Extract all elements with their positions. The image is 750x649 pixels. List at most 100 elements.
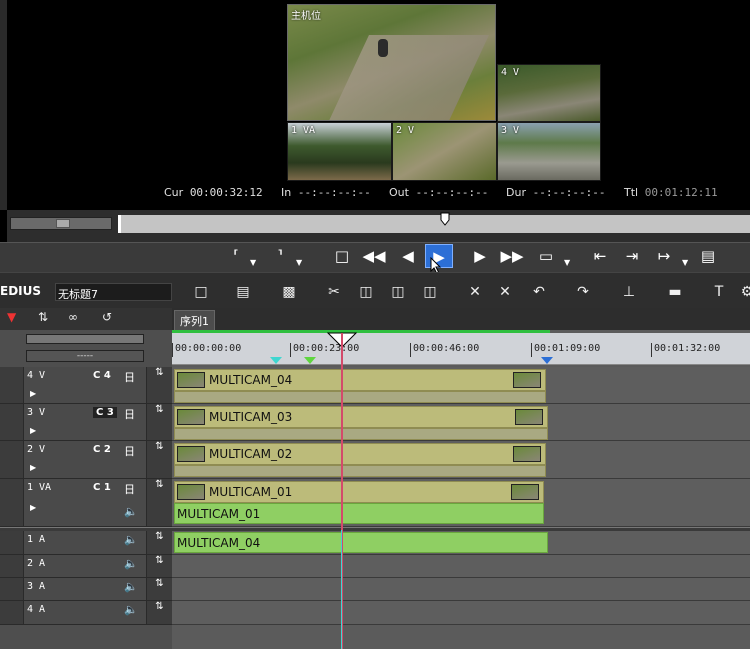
camera-3-view[interactable]: 3 V	[497, 122, 601, 181]
sync-lock-icon[interactable]: ⇅	[38, 310, 48, 324]
sync-toggle-icon[interactable]: ⇅	[146, 479, 172, 526]
camera-2-view[interactable]: 2 V	[392, 122, 497, 181]
insert-mode-dropdown-icon[interactable]: ▼	[682, 258, 688, 267]
audio-clip-multicam-01[interactable]: MULTICAM_01	[174, 503, 544, 524]
camera-1-view[interactable]: 1 VA	[287, 122, 392, 181]
track-view-select[interactable]: -----	[26, 350, 144, 362]
sync-toggle-icon[interactable]: ⇅	[146, 404, 172, 440]
marker-icon[interactable]: ▬	[666, 284, 684, 300]
new-project-icon[interactable]: □	[192, 284, 210, 300]
record-track-icon[interactable]: ▼	[7, 310, 16, 324]
marker-green-icon[interactable]	[304, 357, 316, 365]
track-select[interactable]	[0, 601, 24, 624]
track-channel[interactable]: C 2	[93, 444, 111, 455]
clip-multicam-03[interactable]: MULTICAM_03	[174, 406, 548, 428]
redo-icon[interactable]: ↷	[574, 284, 592, 300]
snap-icon[interactable]: ⊥	[620, 284, 638, 300]
set-in-dropdown-icon[interactable]: ▼	[250, 258, 256, 267]
settings-icon[interactable]: ⚙	[738, 284, 750, 300]
paste-icon[interactable]: ◫	[389, 284, 407, 300]
track-header-3a[interactable]: 3 A 🔈 ⇅	[0, 578, 172, 601]
replace-icon[interactable]: ◫	[421, 284, 439, 300]
step-back-button[interactable]: ◀	[394, 244, 422, 268]
track-select[interactable]	[0, 578, 24, 600]
sync-toggle-icon[interactable]: ⇅	[146, 601, 172, 624]
speaker-icon[interactable]: 🔈	[124, 533, 138, 546]
track-header-2a[interactable]: 2 A 🔈 ⇅	[0, 555, 172, 578]
set-in-button[interactable]: ⸢	[222, 244, 250, 268]
copy-icon[interactable]: ◫	[357, 284, 375, 300]
track-channel[interactable]: C 1	[93, 482, 111, 493]
next-edit-button[interactable]: ⇥	[618, 244, 646, 268]
sync-toggle-icon[interactable]: ⇅	[146, 578, 172, 600]
track-select[interactable]	[0, 555, 24, 577]
track-channel[interactable]: C 3	[93, 407, 117, 418]
monitor-toggle-icon[interactable]: 日	[124, 406, 135, 422]
ripple-icon[interactable]: ↺	[102, 310, 112, 324]
clip-multicam-02[interactable]: MULTICAM_02	[174, 443, 546, 465]
set-out-dropdown-icon[interactable]: ▼	[296, 258, 302, 267]
sync-toggle-icon[interactable]: ⇅	[146, 441, 172, 478]
insert-mode-button[interactable]: ↦	[650, 244, 678, 268]
track-header-2v[interactable]: 2 V C 2 日 ▶ ⇅	[0, 441, 172, 479]
link-icon[interactable]: ∞	[68, 310, 78, 324]
set-out-button[interactable]: ⸣	[266, 244, 294, 268]
cut-icon[interactable]: ✂	[325, 284, 343, 300]
overwrite-mode-button[interactable]: ▤	[694, 244, 722, 268]
save-icon[interactable]: ▩	[280, 284, 298, 300]
track-header-1a[interactable]: 1 A 🔈 ⇅	[0, 531, 172, 555]
position-bar[interactable]	[118, 215, 750, 233]
track-select[interactable]	[0, 479, 24, 526]
expand-arrow-icon[interactable]: ▶	[30, 389, 36, 398]
track-channel[interactable]: C 4	[93, 370, 111, 381]
track-header-1va[interactable]: 1 VA C 1 日 ▶ 🔈 ⇅	[0, 479, 172, 527]
monitor-toggle-icon[interactable]: 日	[124, 481, 135, 497]
project-name-field[interactable]: 无标题7	[55, 283, 172, 301]
marker-out-icon[interactable]	[541, 357, 553, 365]
sync-toggle-icon[interactable]: ⇅	[146, 367, 172, 403]
track-select[interactable]	[0, 531, 24, 554]
track-select[interactable]	[0, 367, 24, 403]
expand-arrow-icon[interactable]: ▶	[30, 426, 36, 435]
position-marker[interactable]	[440, 212, 450, 226]
tab-sequence-1[interactable]: 序列1	[174, 310, 215, 330]
track-lane-4a[interactable]	[172, 601, 750, 625]
speaker-icon[interactable]: 🔈	[124, 557, 138, 570]
marker-cyan-icon[interactable]	[270, 357, 282, 365]
loop-dropdown-icon[interactable]: ▼	[564, 258, 570, 267]
sync-toggle-icon[interactable]: ⇅	[146, 555, 172, 577]
speaker-icon[interactable]: 🔈	[124, 505, 138, 518]
track-header-4v[interactable]: 4 V C 4 日 ▶ ⇅	[0, 367, 172, 404]
title-icon[interactable]: T	[710, 284, 728, 300]
loop-button[interactable]: ▭	[532, 244, 560, 268]
track-lane-3a[interactable]	[172, 578, 750, 601]
monitor-toggle-icon[interactable]: 日	[124, 369, 135, 385]
stop-button[interactable]: □	[328, 244, 356, 268]
audio-clip-multicam-04[interactable]: MULTICAM_04	[174, 532, 548, 553]
speaker-icon[interactable]: 🔈	[124, 580, 138, 593]
track-header-4a[interactable]: 4 A 🔈 ⇅	[0, 601, 172, 625]
main-camera-view[interactable]: 主机位	[287, 4, 496, 121]
rewind-button[interactable]: ◀◀	[360, 244, 388, 268]
jog-slider[interactable]	[10, 217, 112, 230]
open-project-icon[interactable]: ▤	[234, 284, 252, 300]
fast-forward-button[interactable]: ▶▶	[498, 244, 526, 268]
expand-arrow-icon[interactable]: ▶	[30, 503, 36, 512]
sync-toggle-icon[interactable]: ⇅	[146, 531, 172, 554]
jog-handle[interactable]	[56, 219, 70, 228]
clip-multicam-01[interactable]: MULTICAM_01	[174, 481, 544, 503]
track-header-3v[interactable]: 3 V C 3 日 ▶ ⇅	[0, 404, 172, 441]
prev-edit-button[interactable]: ⇤	[586, 244, 614, 268]
step-forward-button[interactable]: ▶	[466, 244, 494, 268]
track-lane-2a[interactable]	[172, 555, 750, 578]
clip-multicam-04[interactable]: MULTICAM_04	[174, 369, 546, 391]
camera-4-view[interactable]: 4 V	[497, 64, 601, 122]
track-height-slider[interactable]	[26, 334, 144, 344]
monitor-toggle-icon[interactable]: 日	[124, 443, 135, 459]
speaker-icon[interactable]: 🔈	[124, 603, 138, 616]
expand-arrow-icon[interactable]: ▶	[30, 463, 36, 472]
track-select[interactable]	[0, 441, 24, 478]
track-select[interactable]	[0, 404, 24, 440]
ripple-delete-icon[interactable]: ✕	[496, 284, 514, 300]
undo-icon[interactable]: ↶	[530, 284, 548, 300]
